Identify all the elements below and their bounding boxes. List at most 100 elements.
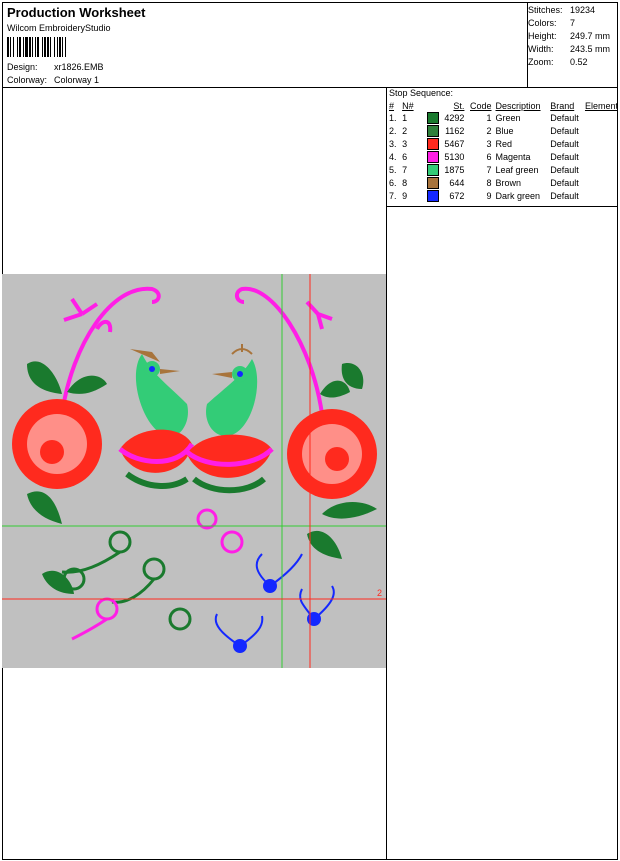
color-swatch [426, 125, 439, 137]
stat-label: Width: [528, 44, 554, 54]
row-number: 4. [389, 152, 397, 162]
stitch-cell: 5467 [425, 138, 467, 151]
stat-label: Colors: [528, 18, 557, 28]
thread-brand: Default [550, 178, 579, 188]
row-number: 2. [389, 126, 397, 136]
col-header: St. [453, 101, 465, 111]
row-number: 7. [389, 191, 397, 201]
color-description: Magenta [495, 152, 531, 162]
table-row: 5. 7 1875 7 Leaf green Default [387, 164, 620, 177]
color-code: 7 [486, 165, 492, 175]
color-swatch [426, 177, 439, 189]
stat-value: 0.52 [570, 57, 588, 67]
color-swatch [426, 138, 439, 150]
stop-sequence-title: Stop Sequence: [389, 88, 454, 98]
table-header-row: # N# St. Code Description Brand Element [387, 100, 620, 112]
table-row: 3. 3 5467 3 Red Default [387, 138, 620, 151]
stitch-count: 1875 [444, 165, 465, 175]
color-description: Dark green [495, 191, 541, 201]
thread-brand: Default [550, 165, 579, 175]
col-header: Description [495, 101, 541, 111]
needle-number: 9 [402, 191, 408, 201]
color-code: 1 [486, 113, 492, 123]
row-number: 6. [389, 178, 397, 188]
colorway-value: Colorway 1 [54, 75, 100, 85]
stat-value: 7 [570, 18, 576, 28]
stat-value: 19234 [570, 5, 596, 15]
stitch-count: 644 [449, 178, 465, 188]
design-label: Design: [7, 62, 38, 72]
table-row: 6. 8 644 8 Brown Default [387, 177, 620, 190]
design-stats: Stitches: 19234 Colors: 7 Height: 249.7 mm … [528, 4, 618, 69]
color-description: Green [495, 113, 521, 123]
color-code: 9 [486, 191, 492, 201]
stat-row: Width: 243.5 mm [528, 43, 618, 56]
stitch-count: 4292 [444, 113, 465, 123]
element-cell [583, 138, 620, 151]
col-header: Element [584, 101, 618, 111]
stat-row: Zoom: 0.52 [528, 56, 618, 69]
left-flower [12, 399, 102, 489]
thread-brand: Default [550, 126, 579, 136]
stat-label: Zoom: [528, 57, 554, 67]
color-description: Red [495, 139, 513, 149]
color-swatch [426, 151, 439, 163]
color-swatch [426, 164, 439, 176]
needle-number: 2 [402, 126, 408, 136]
guide-marker: 2 [377, 588, 383, 598]
page-title: Production Worksheet [7, 5, 146, 20]
table-row: 4. 6 5130 6 Magenta Default [387, 151, 620, 164]
needle-number: 3 [402, 139, 408, 149]
stitch-cell: 1162 [425, 125, 467, 138]
stitch-cell: 1875 [425, 164, 467, 177]
stat-row: Height: 249.7 mm [528, 30, 618, 43]
color-description: Blue [495, 126, 514, 136]
thread-brand: Default [550, 191, 579, 201]
stat-row: Stitches: 19234 [528, 4, 618, 17]
needle-number: 6 [402, 152, 408, 162]
stitch-cell: 4292 [425, 112, 467, 125]
design-value: xr1826.EMB [54, 62, 104, 72]
barcode [7, 37, 131, 57]
stitch-cell: 644 [425, 177, 467, 190]
thread-brand: Default [550, 152, 579, 162]
row-number: 3. [389, 139, 397, 149]
right-flower [287, 409, 377, 499]
green-feathers [61, 530, 192, 631]
colorway-label: Colorway: [7, 75, 48, 85]
stitch-count: 5467 [444, 139, 465, 149]
needle-number: 8 [402, 178, 408, 188]
element-cell [583, 177, 620, 190]
software-name: Wilcom EmbroideryStudio [7, 23, 111, 33]
row-number: 5. [389, 165, 397, 175]
col-header: Brand [550, 101, 575, 111]
stat-value: 243.5 mm [570, 44, 611, 54]
needle-number: 7 [402, 165, 408, 175]
color-description: Leaf green [495, 165, 539, 175]
stat-label: Height: [528, 31, 557, 41]
stat-label: Stitches: [528, 5, 563, 15]
color-description: Brown [495, 178, 522, 188]
element-cell [583, 164, 620, 177]
stitch-cell: 5130 [425, 151, 467, 164]
col-header: # [389, 101, 395, 111]
color-code: 2 [486, 126, 492, 136]
stat-row: Colors: 7 [528, 17, 618, 30]
stop-sequence-table: # N# St. Code Description Brand Element … [387, 100, 620, 203]
stitch-count: 5130 [444, 152, 465, 162]
element-cell [583, 112, 620, 125]
blue-feathers [214, 553, 335, 653]
color-code: 8 [486, 178, 492, 188]
stitch-count: 1162 [445, 126, 465, 136]
embroidery-artwork [2, 274, 386, 668]
color-swatch [426, 112, 439, 124]
table-row: 2. 2 1162 2 Blue Default [387, 125, 620, 138]
table-row: 7. 9 672 9 Dark green Default [387, 190, 620, 203]
color-swatch [426, 190, 439, 202]
design-preview: 2 [2, 274, 386, 668]
left-peacock [118, 349, 195, 489]
element-cell [583, 190, 620, 203]
row-number: 1. [389, 113, 397, 123]
thread-brand: Default [550, 139, 579, 149]
stitch-cell: 672 [425, 190, 467, 203]
